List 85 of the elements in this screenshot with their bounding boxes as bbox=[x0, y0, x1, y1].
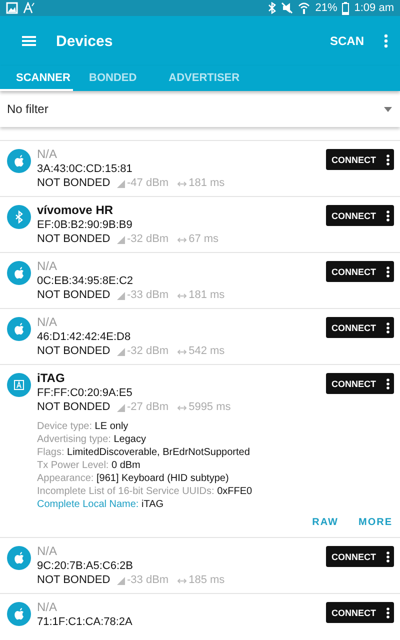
interval-icon bbox=[176, 404, 187, 412]
detail-line: Device type: LE only bbox=[37, 420, 130, 433]
device-name: N/A bbox=[37, 544, 58, 559]
signal-icon bbox=[117, 236, 125, 244]
bond-state: NOT BONDED bbox=[37, 288, 112, 303]
image-icon bbox=[6, 2, 18, 14]
advertising-interval: 542 ms bbox=[188, 344, 225, 359]
more-icon[interactable] bbox=[384, 34, 388, 48]
detail-line: Complete Local Name: iTAG bbox=[37, 498, 165, 511]
connect-button[interactable]: CONNECT bbox=[326, 149, 394, 170]
advertising-interval: 5995 ms bbox=[188, 400, 231, 415]
interval-icon bbox=[176, 348, 187, 356]
signal-icon bbox=[117, 348, 125, 356]
apple-icon bbox=[7, 546, 31, 570]
interval-icon bbox=[176, 236, 187, 244]
bluetooth-icon bbox=[268, 2, 276, 14]
bluetooth-icon bbox=[7, 205, 31, 229]
device-address: 71:1F:C1:CA:78:2A bbox=[37, 615, 134, 629]
connect-button[interactable]: CONNECT bbox=[326, 546, 394, 567]
dropdown-arrow-icon bbox=[384, 106, 392, 112]
bond-state: NOT BONDED bbox=[37, 344, 112, 359]
more-icon bbox=[386, 378, 390, 390]
detail-line: Flags: LimitedDiscoverable, BrEdrNotSupported bbox=[37, 446, 251, 459]
bond-state: NOT BONDED bbox=[37, 400, 112, 415]
font-size-icon bbox=[23, 2, 35, 14]
signal-strength: -33 dBm bbox=[127, 288, 169, 303]
screen-title: Devices bbox=[56, 32, 114, 50]
device-address: 9C:20:7B:A5:C6:2B bbox=[37, 559, 134, 573]
signal-strength: -32 dBm bbox=[127, 232, 169, 247]
menu-icon[interactable] bbox=[22, 35, 36, 47]
more-icon bbox=[386, 154, 390, 166]
device-name: N/A bbox=[37, 315, 58, 330]
more-icon bbox=[386, 550, 390, 562]
clock: 1:09 am bbox=[354, 2, 394, 14]
advertising-interval: 67 ms bbox=[188, 232, 219, 247]
interval-icon bbox=[176, 180, 187, 188]
tag-icon bbox=[7, 373, 31, 397]
device-address: 46:D1:42:42:4E:D8 bbox=[37, 330, 132, 344]
bond-state: NOT BONDED bbox=[37, 573, 112, 588]
bond-state: NOT BONDED bbox=[37, 232, 112, 247]
signal-strength: -32 dBm bbox=[127, 344, 169, 359]
connect-button[interactable]: CONNECT bbox=[326, 317, 394, 338]
device-address: EF:0B:B2:90:9B:B9 bbox=[37, 218, 134, 232]
device-name: N/A bbox=[37, 259, 58, 274]
device-name: N/A bbox=[37, 600, 58, 615]
device-name: N/A bbox=[37, 147, 58, 162]
device-name: vívomove HR bbox=[37, 203, 114, 218]
connect-button[interactable]: CONNECT bbox=[326, 205, 394, 226]
signal-strength: -47 dBm bbox=[127, 176, 169, 191]
apple-icon bbox=[7, 149, 31, 173]
signal-icon bbox=[117, 180, 125, 188]
detail-line: Appearance: [961] Keyboard (HID subtype) bbox=[37, 472, 230, 485]
connect-button[interactable]: CONNECT bbox=[326, 602, 394, 623]
more-icon bbox=[386, 322, 390, 334]
battery-icon bbox=[342, 2, 350, 14]
mute-icon bbox=[281, 2, 294, 14]
interval-icon bbox=[176, 576, 187, 584]
connect-button[interactable]: CONNECT bbox=[326, 261, 394, 282]
signal-strength: -33 dBm bbox=[127, 573, 169, 588]
signal-icon bbox=[117, 292, 125, 300]
more-icon bbox=[386, 266, 390, 278]
device-address: 3A:43:0C:CD:15:81 bbox=[37, 162, 134, 176]
advertising-interval: 181 ms bbox=[188, 288, 225, 303]
advertising-interval: 185 ms bbox=[188, 573, 225, 588]
signal-strength: -27 dBm bbox=[127, 400, 169, 415]
interval-icon bbox=[176, 292, 187, 300]
detail-line: Advertising type: Legacy bbox=[37, 433, 147, 446]
device-name: iTAG bbox=[37, 371, 66, 386]
signal-icon bbox=[117, 576, 125, 584]
signal-icon bbox=[117, 404, 125, 412]
apple-icon bbox=[7, 261, 31, 285]
detail-line: Incomplete List of 16-bit Service UUIDs: 0xFFE0 bbox=[37, 485, 254, 498]
battery-percent: 21% bbox=[315, 2, 338, 14]
apple-icon bbox=[7, 317, 31, 341]
more-icon bbox=[386, 210, 390, 222]
wifi-icon bbox=[298, 2, 310, 14]
device-address: FF:FF:C0:20:9A:E5 bbox=[37, 386, 134, 400]
filter-dropdown[interactable]: No filter bbox=[0, 91, 400, 127]
advertising-interval: 181 ms bbox=[188, 176, 225, 191]
connect-button[interactable]: CONNECT bbox=[326, 373, 394, 394]
apple-icon bbox=[7, 602, 31, 626]
more-icon bbox=[386, 606, 390, 618]
bond-state: NOT BONDED bbox=[37, 176, 112, 191]
detail-line: Tx Power Level: 0 dBm bbox=[37, 459, 142, 472]
device-address: 0C:EB:34:95:8E:C2 bbox=[37, 274, 134, 288]
